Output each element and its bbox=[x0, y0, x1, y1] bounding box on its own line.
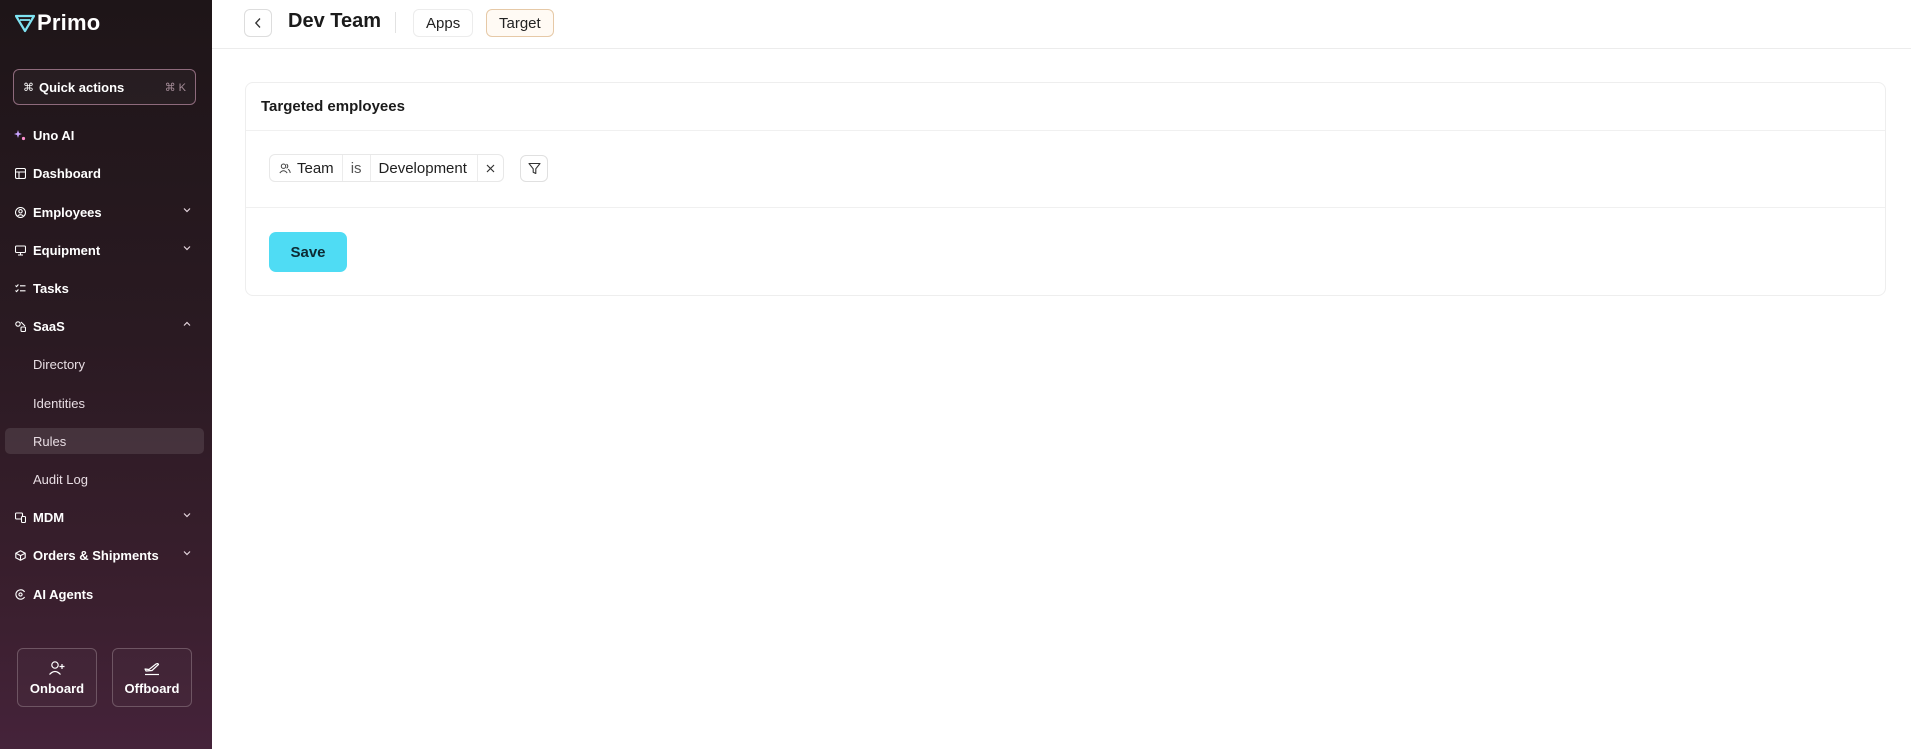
chevron-down-icon bbox=[183, 208, 191, 213]
sidebar-item-label: Tasks bbox=[33, 280, 69, 296]
sidebar-item-label: Orders & Shipments bbox=[33, 547, 159, 563]
filter-value-select[interactable]: Development bbox=[371, 155, 478, 181]
chevron-down-icon bbox=[183, 246, 191, 251]
sidebar: Primo ⌘ Quick actions ⌘ K Uno AI Dashboa… bbox=[0, 0, 212, 749]
divider bbox=[246, 207, 1885, 208]
primo-logo-icon bbox=[15, 14, 35, 33]
checklist-icon bbox=[13, 283, 27, 294]
chevron-down-icon bbox=[183, 551, 191, 556]
apps-icon bbox=[13, 320, 27, 332]
sidebar-item-label: Employees bbox=[33, 204, 102, 220]
monitor-icon bbox=[13, 244, 27, 256]
sidebar-subitem-directory[interactable]: Directory bbox=[5, 351, 204, 377]
sidebar-item-equipment[interactable]: Equipment bbox=[5, 237, 204, 263]
app-root: Primo ⌘ Quick actions ⌘ K Uno AI Dashboa… bbox=[0, 0, 1911, 749]
sidebar-subitem-label: Identities bbox=[33, 395, 86, 411]
user-plus-icon bbox=[48, 659, 66, 677]
header-divider bbox=[395, 12, 396, 33]
quick-actions-button[interactable]: ⌘ Quick actions ⌘ K bbox=[13, 69, 196, 105]
filter-field-label: Team bbox=[297, 159, 334, 177]
add-filter-button[interactable] bbox=[520, 155, 548, 182]
offboard-label: Offboard bbox=[124, 681, 180, 696]
sidebar-item-uno-ai[interactable]: Uno AI bbox=[5, 122, 204, 148]
devices-icon bbox=[13, 511, 27, 523]
offboard-button[interactable]: Offboard bbox=[112, 648, 192, 707]
sidebar-item-label: AI Agents bbox=[33, 586, 94, 602]
remove-filter-button[interactable] bbox=[478, 164, 503, 173]
sidebar-subitem-rules[interactable]: Rules bbox=[5, 428, 204, 454]
filter-condition: Team is Development bbox=[269, 154, 504, 182]
grid-icon bbox=[13, 167, 27, 179]
sidebar-subitem-audit-log[interactable]: Audit Log bbox=[5, 466, 204, 492]
chevron-left-icon bbox=[254, 18, 261, 28]
users-icon bbox=[279, 163, 291, 174]
sparkle-icon bbox=[13, 129, 27, 141]
sidebar-item-label: MDM bbox=[33, 509, 65, 525]
sidebar-item-label: Uno AI bbox=[33, 127, 75, 143]
onboard-button[interactable]: Onboard bbox=[17, 648, 97, 707]
page-header: Dev Team Apps Target bbox=[212, 0, 1911, 49]
filter-operator-label: is bbox=[350, 159, 362, 177]
plane-departure-icon bbox=[143, 659, 161, 677]
chevron-down-icon bbox=[183, 513, 191, 518]
sidebar-item-label: SaaS bbox=[33, 318, 65, 334]
sidebar-subitem-label: Directory bbox=[33, 356, 86, 372]
sidebar-subitem-label: Audit Log bbox=[33, 471, 88, 487]
sidebar-item-label: Dashboard bbox=[33, 165, 101, 181]
command-icon: ⌘ bbox=[23, 81, 34, 94]
tab-target[interactable]: Target bbox=[486, 9, 554, 37]
onboard-label: Onboard bbox=[29, 681, 85, 696]
save-button[interactable]: Save bbox=[269, 232, 347, 272]
tab-label: Apps bbox=[426, 14, 461, 32]
quick-actions-label: Quick actions bbox=[39, 79, 125, 95]
page-title: Dev Team bbox=[288, 10, 382, 32]
quick-actions-shortcut: ⌘ K bbox=[164, 81, 186, 94]
divider bbox=[246, 130, 1885, 131]
sidebar-item-dashboard[interactable]: Dashboard bbox=[5, 160, 204, 186]
filter-field-select[interactable]: Team bbox=[270, 155, 343, 181]
chevron-up-icon bbox=[183, 321, 191, 326]
sidebar-subitem-label: Rules bbox=[33, 433, 67, 449]
filter-operator-select[interactable]: is bbox=[343, 155, 371, 181]
sidebar-item-tasks[interactable]: Tasks bbox=[5, 275, 204, 301]
sidebar-item-ai-agents[interactable]: AI Agents bbox=[5, 581, 204, 607]
tab-apps[interactable]: Apps bbox=[413, 9, 474, 37]
package-icon bbox=[13, 549, 27, 561]
back-button[interactable] bbox=[244, 9, 272, 37]
targeted-employees-card: Targeted employees Team is Development S… bbox=[245, 82, 1886, 296]
agent-icon bbox=[13, 588, 27, 600]
tab-label: Target bbox=[499, 14, 541, 32]
filter-icon bbox=[527, 162, 541, 175]
user-circle-icon bbox=[13, 206, 27, 218]
logo[interactable]: Primo bbox=[15, 10, 101, 35]
sidebar-item-employees[interactable]: Employees bbox=[5, 199, 204, 225]
app-name: Primo bbox=[37, 10, 101, 35]
sidebar-item-saas[interactable]: SaaS bbox=[5, 313, 204, 339]
card-title: Targeted employees bbox=[261, 98, 405, 115]
sidebar-item-mdm[interactable]: MDM bbox=[5, 504, 204, 530]
sidebar-item-orders-shipments[interactable]: Orders & Shipments bbox=[5, 542, 204, 568]
filter-value-label: Development bbox=[378, 159, 467, 177]
close-icon bbox=[486, 164, 495, 172]
sidebar-item-label: Equipment bbox=[33, 242, 101, 258]
sidebar-subitem-identities[interactable]: Identities bbox=[5, 390, 204, 416]
